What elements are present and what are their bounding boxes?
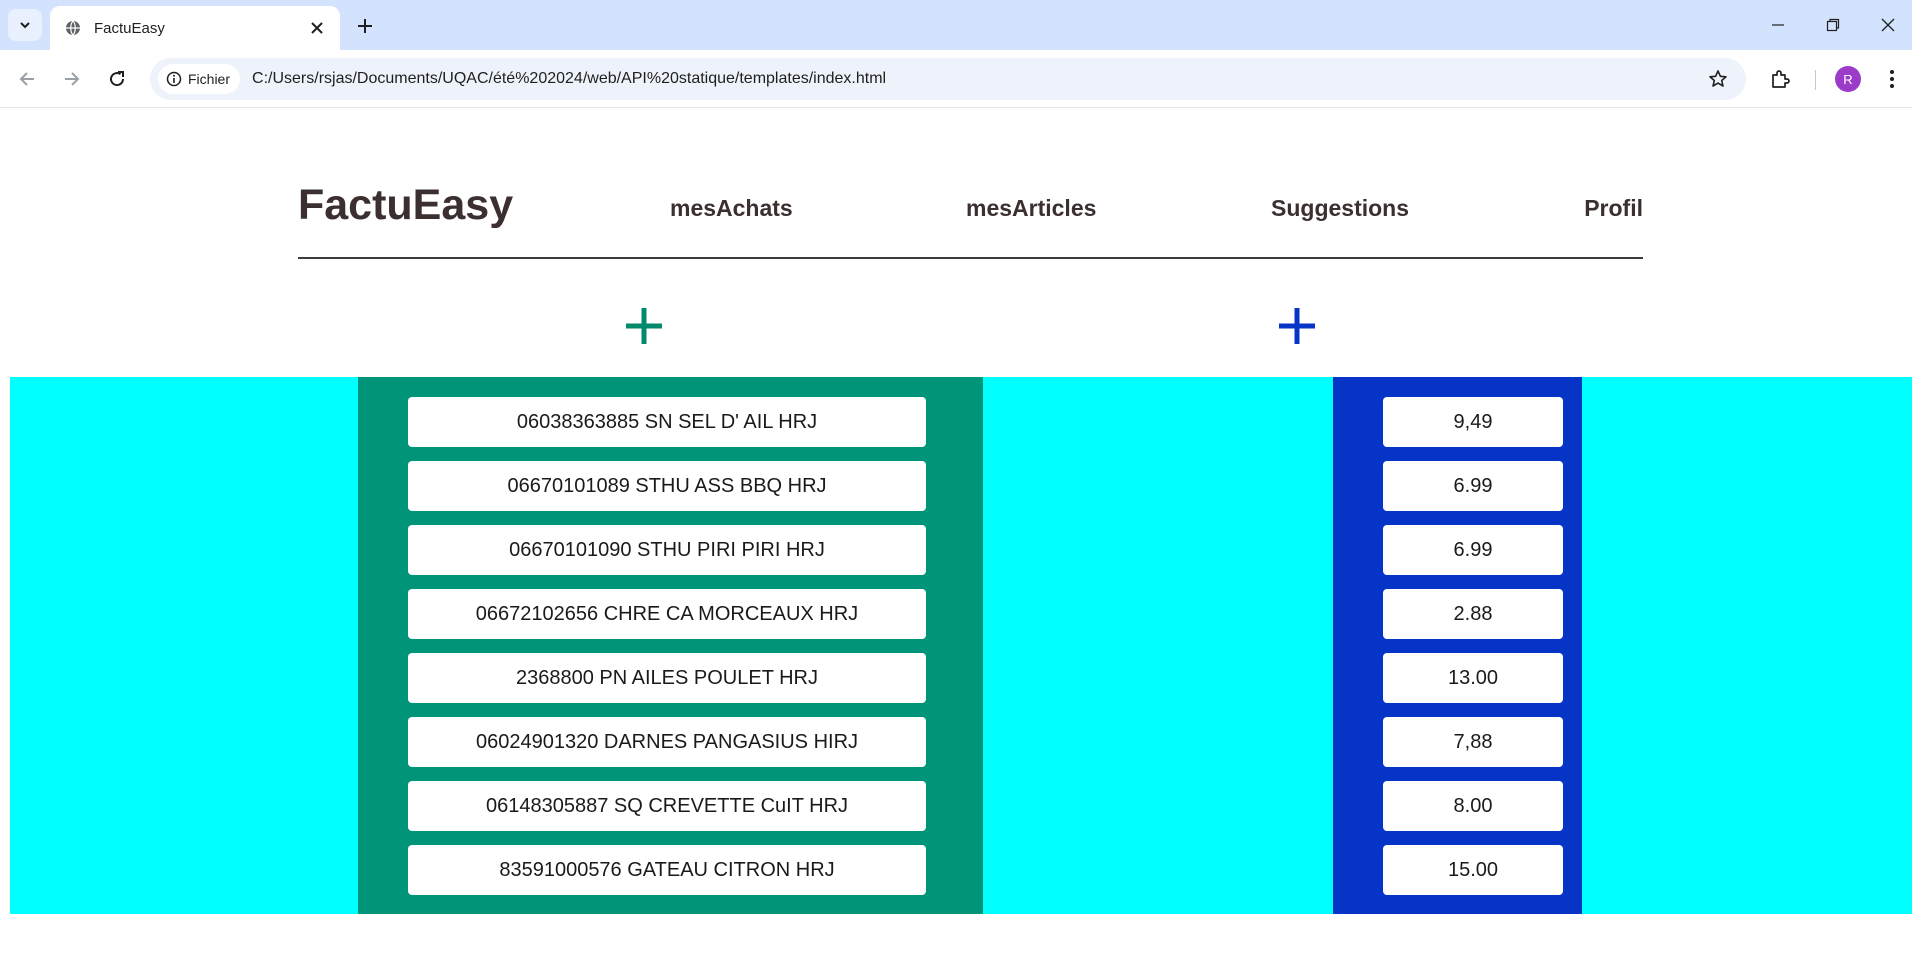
new-tab-button[interactable]	[350, 11, 380, 41]
price-item[interactable]: 13.00	[1383, 653, 1563, 703]
price-item[interactable]: 6.99	[1383, 461, 1563, 511]
close-window-button[interactable]	[1860, 0, 1912, 50]
arrow-right-icon	[65, 72, 80, 86]
tab-title: FactuEasy	[94, 19, 165, 37]
minimize-button[interactable]	[1750, 0, 1806, 50]
restore-button[interactable]	[1805, 0, 1861, 50]
star-icon	[1709, 70, 1727, 87]
globe-icon	[64, 19, 82, 37]
nav-link-profil[interactable]: Profil	[1584, 195, 1643, 222]
extensions-button[interactable]	[1764, 63, 1796, 95]
article-item[interactable]: 06670101089 STHU ASS BBQ HRJ	[408, 461, 926, 511]
toolbar-divider	[1815, 70, 1816, 90]
article-item[interactable]: 06670101090 STHU PIRI PIRI HRJ	[408, 525, 926, 575]
browser-tab-bar: FactuEasy	[0, 0, 1912, 50]
add-price-button[interactable]	[1277, 306, 1317, 346]
price-item[interactable]: 8.00	[1383, 781, 1563, 831]
back-button[interactable]	[11, 63, 43, 95]
add-article-button[interactable]	[624, 306, 664, 346]
site-info-chip[interactable]: Fichier	[158, 64, 241, 94]
articles-column: 06038363885 SN SEL D' AIL HRJ 0667010108…	[358, 377, 983, 914]
url-text[interactable]: C:/Users/rsjas/Documents/UQAC/été%202024…	[252, 70, 1698, 88]
reload-icon	[110, 71, 125, 87]
article-item[interactable]: 2368800 PN AILES POULET HRJ	[408, 653, 926, 703]
price-item[interactable]: 15.00	[1383, 845, 1563, 895]
browser-toolbar: Fichier C:/Users/rsjas/Documents/UQAC/ét…	[0, 50, 1912, 108]
minimize-icon	[1772, 24, 1784, 26]
article-item[interactable]: 06148305887 SQ CREVETTE CuIT HRJ	[408, 781, 926, 831]
price-item[interactable]: 2.88	[1383, 589, 1563, 639]
chevron-down-icon	[20, 22, 30, 29]
price-item[interactable]: 6.99	[1383, 525, 1563, 575]
article-item[interactable]: 06672102656 CHRE CA MORCEAUX HRJ	[408, 589, 926, 639]
site-logo[interactable]: FactuEasy	[298, 181, 513, 230]
plus-icon	[358, 19, 372, 33]
restore-icon	[1826, 18, 1840, 32]
prices-column: 9,49 6.99 6.99 2.88 13.00 7,88 8.00 15.0…	[1333, 377, 1582, 914]
article-item[interactable]: 83591000576 GATEAU CITRON HRJ	[408, 845, 926, 895]
close-tab-icon[interactable]	[306, 17, 328, 39]
plus-icon	[1279, 308, 1315, 344]
plus-icon	[626, 308, 662, 344]
forward-button[interactable]	[56, 63, 88, 95]
arrow-left-icon	[19, 72, 34, 86]
bookmark-button[interactable]	[1698, 59, 1738, 99]
tab-search-button[interactable]	[8, 9, 42, 41]
nav-link-mesarticles[interactable]: mesArticles	[966, 195, 1096, 222]
site-header: FactuEasy mesAchats mesArticles Suggesti…	[298, 181, 1643, 259]
site-chip-label: Fichier	[188, 71, 231, 87]
nav-link-mesachats[interactable]: mesAchats	[670, 195, 793, 222]
profile-avatar[interactable]: R	[1835, 66, 1861, 92]
price-item[interactable]: 9,49	[1383, 397, 1563, 447]
page-content: FactuEasy mesAchats mesArticles Suggesti…	[0, 109, 1912, 980]
price-item[interactable]: 7,88	[1383, 717, 1563, 767]
close-icon	[1881, 18, 1895, 32]
puzzle-icon	[1772, 70, 1790, 88]
more-vert-icon	[1890, 70, 1894, 88]
nav-link-suggestions[interactable]: Suggestions	[1271, 195, 1409, 222]
article-item[interactable]: 06038363885 SN SEL D' AIL HRJ	[408, 397, 926, 447]
address-bar[interactable]: Fichier C:/Users/rsjas/Documents/UQAC/ét…	[150, 58, 1746, 100]
reload-button[interactable]	[101, 63, 133, 95]
article-item[interactable]: 06024901320 DARNES PANGASIUS HIRJ	[408, 717, 926, 767]
browser-tab[interactable]: FactuEasy	[50, 6, 340, 50]
menu-button[interactable]	[1876, 63, 1908, 95]
info-icon	[166, 71, 182, 87]
